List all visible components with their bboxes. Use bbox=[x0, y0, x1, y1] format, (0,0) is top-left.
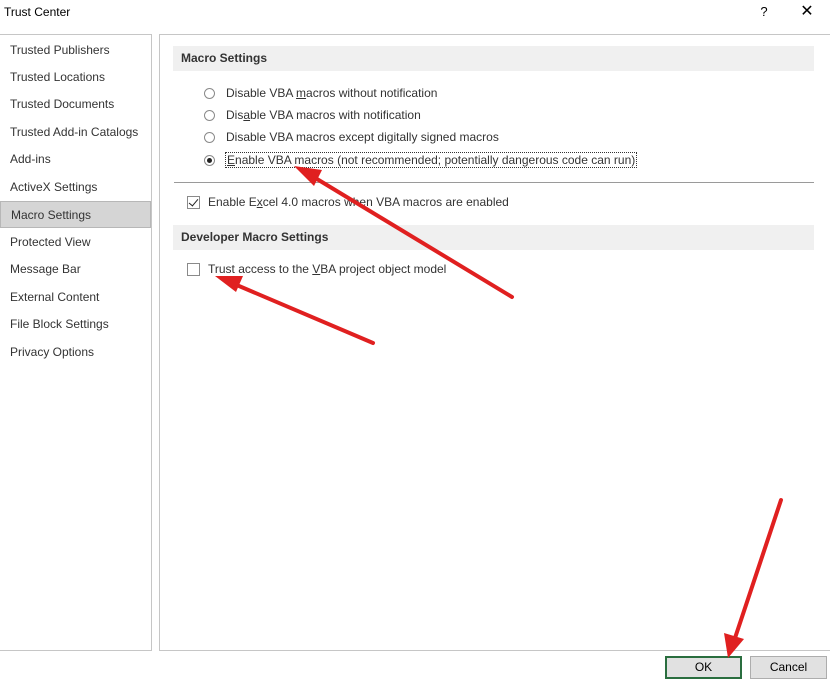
sidebar-item-protected-view[interactable]: Protected View bbox=[0, 229, 151, 256]
sidebar-item-trusted-publishers[interactable]: Trusted Publishers bbox=[0, 37, 151, 64]
checkbox-checked[interactable] bbox=[187, 195, 200, 209]
radio-button-selected[interactable] bbox=[204, 154, 215, 166]
checkbox-label: Trust access to the VBA project object m… bbox=[208, 262, 447, 276]
macro-settings-header: Macro Settings bbox=[173, 46, 814, 71]
sidebar-item-trusted-documents[interactable]: Trusted Documents bbox=[0, 91, 151, 118]
sidebar-item-macro-settings[interactable]: Macro Settings bbox=[0, 201, 151, 228]
radio-label: Disable VBA macros without notification bbox=[226, 86, 438, 100]
sidebar: Trusted Publishers Trusted Locations Tru… bbox=[0, 34, 152, 651]
radio-label: Enable VBA macros (not recommended; pote… bbox=[224, 152, 638, 168]
sidebar-item-activex-settings[interactable]: ActiveX Settings bbox=[0, 174, 151, 201]
help-button[interactable]: ? bbox=[752, 1, 776, 23]
radio-button[interactable] bbox=[204, 131, 215, 143]
sidebar-item-trusted-add-in-catalogs[interactable]: Trusted Add-in Catalogs bbox=[0, 119, 151, 146]
sidebar-item-privacy-options[interactable]: Privacy Options bbox=[0, 339, 151, 366]
checkbox-unchecked[interactable] bbox=[187, 262, 200, 276]
cancel-button[interactable]: Cancel bbox=[750, 656, 827, 679]
radio-label: Disable VBA macros except digitally sign… bbox=[226, 130, 499, 144]
radio-disable-except-signed[interactable]: Disable VBA macros except digitally sign… bbox=[204, 127, 499, 147]
sidebar-item-trusted-locations[interactable]: Trusted Locations bbox=[0, 64, 151, 91]
radio-button[interactable] bbox=[204, 87, 215, 99]
checkbox-label: Enable Excel 4.0 macros when VBA macros … bbox=[208, 195, 509, 209]
checkbox-trust-vba-project[interactable]: Trust access to the VBA project object m… bbox=[187, 259, 446, 279]
radio-button[interactable] bbox=[204, 109, 215, 121]
checkbox-enable-excel4-macros[interactable]: Enable Excel 4.0 macros when VBA macros … bbox=[187, 192, 509, 212]
sidebar-item-add-ins[interactable]: Add-ins bbox=[0, 146, 151, 173]
developer-macro-settings-header: Developer Macro Settings bbox=[173, 225, 814, 250]
sidebar-item-file-block-settings[interactable]: File Block Settings bbox=[0, 311, 151, 338]
sidebar-item-message-bar[interactable]: Message Bar bbox=[0, 256, 151, 283]
radio-enable-all-macros[interactable]: Enable VBA macros (not recommended; pote… bbox=[204, 150, 638, 170]
radio-disable-with-notification[interactable]: Disable VBA macros with notification bbox=[204, 105, 421, 125]
title-bar: Trust Center ? ✕ bbox=[0, 0, 830, 26]
radio-disable-without-notification[interactable]: Disable VBA macros without notification bbox=[204, 83, 437, 103]
divider bbox=[174, 182, 814, 183]
ok-button[interactable]: OK bbox=[665, 656, 742, 679]
sidebar-item-external-content[interactable]: External Content bbox=[0, 284, 151, 311]
close-button[interactable]: ✕ bbox=[794, 1, 820, 23]
radio-label: Disable VBA macros with notification bbox=[226, 108, 421, 122]
window-title: Trust Center bbox=[4, 5, 71, 19]
